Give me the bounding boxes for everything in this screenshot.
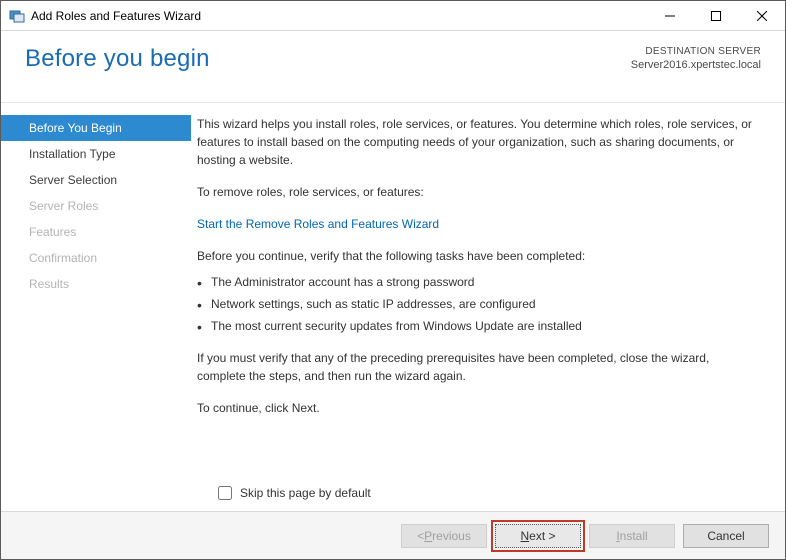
step-confirmation: Confirmation (1, 245, 191, 271)
skip-row: Skip this page by default (218, 486, 371, 500)
step-server-selection[interactable]: Server Selection (1, 167, 191, 193)
step-before-you-begin[interactable]: Before You Begin (1, 115, 191, 141)
list-item: The Administrator account has a strong p… (197, 273, 759, 291)
close-button[interactable] (739, 1, 785, 30)
next-button[interactable]: Next > (495, 524, 581, 548)
skip-checkbox[interactable] (218, 486, 232, 500)
destination-value: Server2016.xpertstec.local (631, 58, 761, 72)
header-area: Before you begin DESTINATION SERVER Serv… (1, 31, 785, 103)
continue-paragraph: To continue, click Next. (197, 399, 759, 417)
skip-label: Skip this page by default (240, 486, 371, 500)
wizard-window: Add Roles and Features Wizard Before you… (0, 0, 786, 560)
remove-label: To remove roles, role services, or featu… (197, 183, 759, 201)
previous-button: < Previous (401, 524, 487, 548)
remove-roles-link[interactable]: Start the Remove Roles and Features Wiza… (197, 215, 439, 233)
prerequisite-list: The Administrator account has a strong p… (197, 273, 759, 335)
page-title: Before you begin (25, 45, 210, 102)
intro-paragraph: This wizard helps you install roles, rol… (197, 115, 759, 169)
minimize-button[interactable] (647, 1, 693, 30)
install-button: Install (589, 524, 675, 548)
verify-intro: Before you continue, verify that the fol… (197, 247, 759, 265)
destination-label: DESTINATION SERVER (631, 45, 761, 58)
window-controls (647, 1, 785, 30)
must-verify-paragraph: If you must verify that any of the prece… (197, 349, 759, 385)
body-area: Before You Begin Installation Type Serve… (1, 103, 785, 511)
step-features: Features (1, 219, 191, 245)
list-item: Network settings, such as static IP addr… (197, 295, 759, 313)
window-title: Add Roles and Features Wizard (31, 9, 647, 23)
step-installation-type[interactable]: Installation Type (1, 141, 191, 167)
sidebar: Before You Begin Installation Type Serve… (1, 103, 191, 511)
app-icon (9, 8, 25, 24)
step-results: Results (1, 271, 191, 297)
destination-server-block: DESTINATION SERVER Server2016.xpertstec.… (631, 45, 761, 102)
step-server-roles: Server Roles (1, 193, 191, 219)
maximize-button[interactable] (693, 1, 739, 30)
cancel-button[interactable]: Cancel (683, 524, 769, 548)
list-item: The most current security updates from W… (197, 317, 759, 335)
footer: < Previous Next > Install Cancel (1, 511, 785, 559)
titlebar: Add Roles and Features Wizard (1, 1, 785, 31)
content-panel: This wizard helps you install roles, rol… (191, 103, 785, 511)
